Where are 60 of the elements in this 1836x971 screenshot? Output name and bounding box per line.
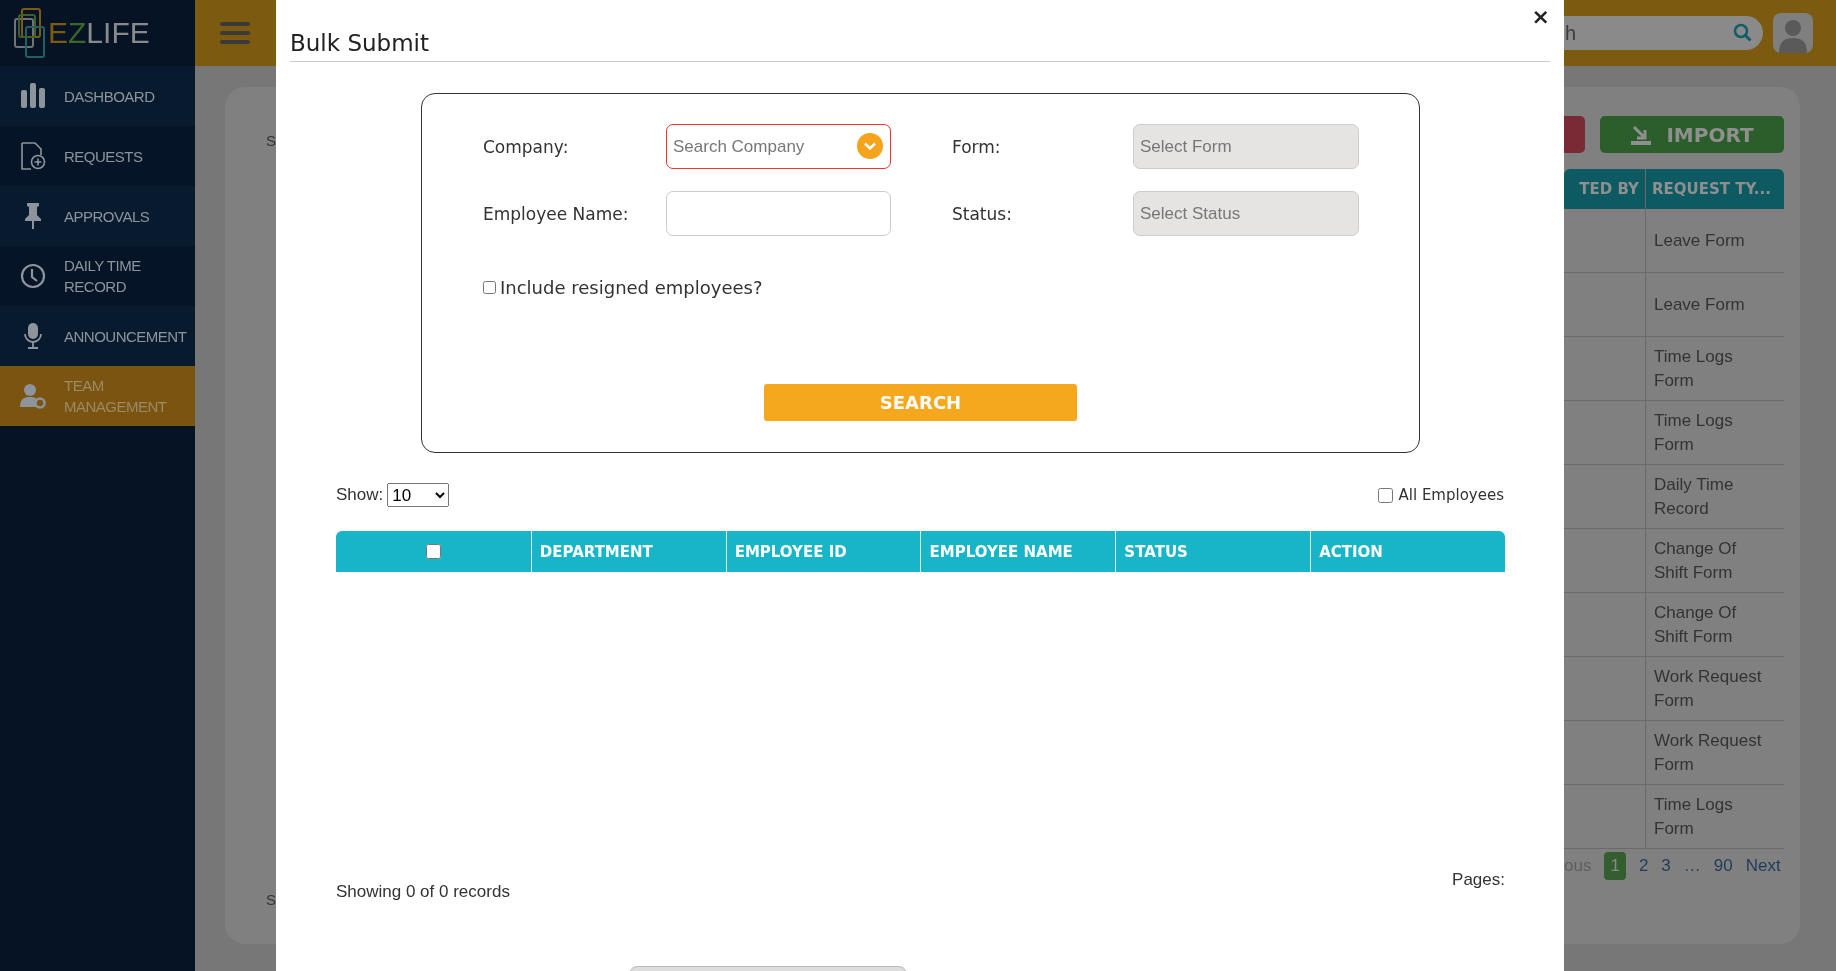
search-field[interactable]: h: [1563, 16, 1763, 50]
sidebar-item[interactable]: ANNOUNCEMENT: [0, 306, 195, 366]
checkbox-label: All Employees: [1398, 486, 1504, 504]
search-button[interactable]: SEARCH: [764, 384, 1077, 421]
table-cell: Leave Form: [1645, 209, 1784, 272]
table-cell: Work Request Form: [1645, 657, 1784, 720]
column-header[interactable]: STATUS: [1115, 531, 1311, 572]
input-field[interactable]: [666, 191, 891, 236]
select-all-checkbox[interactable]: [425, 544, 441, 559]
clock-icon: [20, 262, 46, 290]
import-icon: [1630, 123, 1653, 146]
sidebar-item[interactable]: TEAM MANAGEMENT: [0, 366, 195, 426]
table-cell: Time Logs Form: [1645, 785, 1784, 848]
checkbox[interactable]: [1377, 487, 1393, 503]
table-cell: Daily Time Record: [1645, 465, 1784, 528]
sidebar-item[interactable]: APPROVALS: [0, 186, 195, 246]
table-cell: Time Logs Form: [1645, 401, 1784, 464]
column-header[interactable]: EMPLOYEE ID: [725, 531, 921, 572]
column-header[interactable]: TED BY: [1564, 169, 1645, 209]
page-link[interactable]: 90: [1713, 856, 1733, 876]
column-header[interactable]: REQUEST TY...: [1645, 169, 1784, 209]
table-cell: Work Request Form: [1645, 721, 1784, 784]
field-label: Company:: [483, 136, 570, 157]
field-label: Status:: [952, 203, 1013, 224]
table-cell: Change Of Shift Form: [1645, 593, 1784, 656]
table-cell: Time Logs Form: [1645, 337, 1784, 400]
page-link[interactable]: …: [1683, 856, 1701, 876]
show-label: Show:: [336, 485, 384, 505]
checkbox[interactable]: [483, 281, 496, 294]
page-link[interactable]: 3: [1661, 856, 1671, 876]
company-combobox[interactable]: Search Company: [666, 124, 891, 169]
pages-label: Pages:: [1452, 870, 1505, 890]
field-label: Employee Name:: [483, 203, 630, 224]
user-icon: [1778, 19, 1808, 53]
dropdown-icon: [857, 133, 883, 159]
record-count: Showing 0 of 0 records: [336, 882, 510, 902]
user-gear-icon: [20, 382, 46, 410]
bar-chart-icon: [20, 82, 46, 110]
document-plus-icon: [20, 142, 46, 170]
logo-icon: [14, 7, 46, 59]
column-header[interactable]: EMPLOYEE NAME: [920, 531, 1116, 572]
cut-text: S: [266, 891, 276, 908]
column-header[interactable]: ACTION: [1310, 531, 1505, 572]
sidebar-item[interactable]: DASHBOARD: [0, 66, 195, 126]
close-button[interactable]: ×: [1531, 4, 1550, 30]
column-header[interactable]: DEPARTMENT: [530, 531, 726, 572]
import-button[interactable]: IMPORT: [1600, 116, 1784, 153]
page-link[interactable]: 2: [1638, 856, 1649, 876]
cut-text: S: [266, 132, 276, 149]
logo-text: EZLIFE: [48, 16, 150, 50]
table-cell: Leave Form: [1645, 273, 1784, 336]
checkbox-label: Include resigned employees?: [500, 277, 763, 298]
page-size-select[interactable]: 10: [387, 483, 450, 507]
field-label: Form:: [952, 136, 1002, 157]
modal-title: Bulk Submit: [290, 30, 429, 56]
page-link[interactable]: 1: [1604, 852, 1626, 880]
menu-icon: [220, 21, 250, 45]
next-link[interactable]: Next: [1745, 856, 1781, 876]
table-cell: Change Of Shift Form: [1645, 529, 1784, 592]
search-icon: [1733, 23, 1753, 43]
